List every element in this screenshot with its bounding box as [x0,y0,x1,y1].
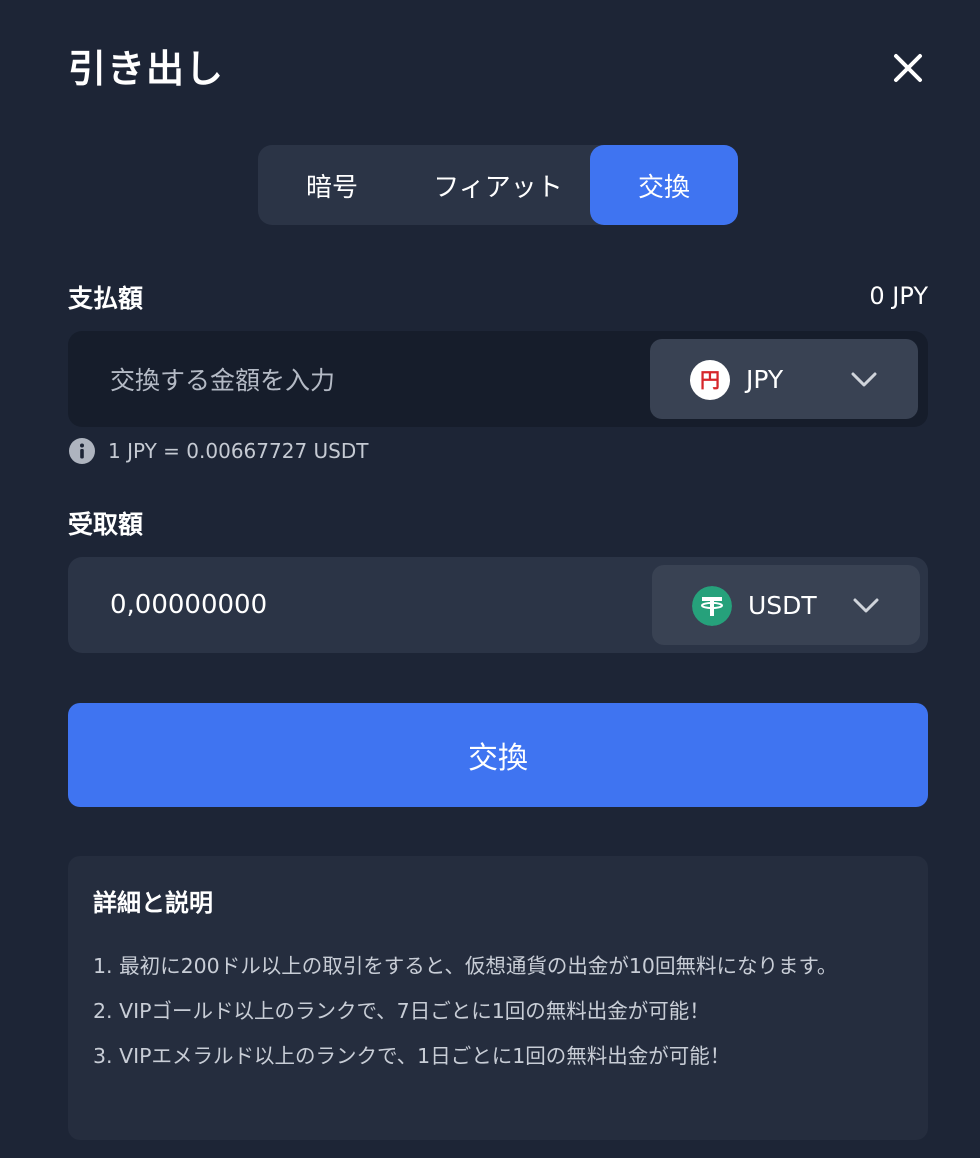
details-panel: 詳細と説明 1. 最初に200ドル以上の取引をすると、仮想通貨の出金が10回無料… [68,856,928,1140]
details-item: 3. VIPエメラルド以上のランクで、1日ごとに1回の無料出金が可能！ [93,1044,731,1068]
pay-amount-label: 支払額 [68,284,144,313]
exchange-submit-button[interactable]: 交換 [68,703,928,807]
details-item: 2. VIPゴールド以上のランクで、7日ごとに1回の無料出金が可能！ [93,999,710,1023]
close-icon [894,54,922,82]
pay-amount-field[interactable]: 交換する金額を入力 円 JPY [68,331,928,427]
receive-currency-select[interactable]: USDT [652,565,920,645]
details-item: 1. 最初に200ドル以上の取引をすると、仮想通貨の出金が10回無料になります。 [93,954,838,978]
close-button[interactable] [884,44,932,92]
pay-currency-select[interactable]: 円 JPY [650,339,918,419]
exchange-rate-text: 1 JPY = 0.00667727 USDT [108,439,369,463]
pay-currency-label: JPY [746,364,784,394]
tab-crypto[interactable]: 暗号 [258,145,406,225]
receive-amount-label: 受取額 [68,510,144,539]
withdraw-tabs: 暗号 フィアット 交換 [258,145,738,225]
tab-fiat[interactable]: フィアット [406,145,590,225]
receive-currency-label: USDT [748,590,817,620]
tether-coin-icon [692,586,732,626]
exchange-rate: 1 JPY = 0.00667727 USDT [68,436,368,466]
details-list: 1. 最初に200ドル以上の取引をすると、仮想通貨の出金が10回無料になります。… [93,944,913,1079]
pay-balance: 0 JPY [869,282,928,310]
details-title: 詳細と説明 [93,889,213,917]
yen-coin-glyph: 円 [700,368,720,392]
tab-exchange[interactable]: 交換 [590,145,738,225]
yen-coin-icon: 円 [690,360,730,400]
chevron-down-icon [851,372,877,387]
receive-amount-field: 0,00000000 USDT [68,557,928,653]
withdraw-dialog: 引き出し 暗号 フィアット 交換 支払額 0 JPY 交換する金額を入力 円 J… [0,0,980,1158]
info-icon [69,438,95,464]
chevron-down-icon [853,598,879,613]
receive-amount-value: 0,00000000 [110,590,268,620]
dialog-title: 引き出し [68,47,225,91]
pay-amount-input[interactable]: 交換する金額を入力 [110,331,335,427]
